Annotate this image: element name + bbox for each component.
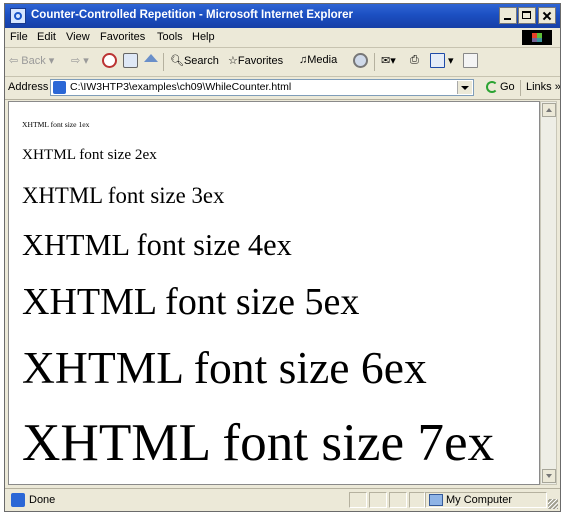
- address-dropdown-button[interactable]: [457, 81, 472, 94]
- search-button[interactable]: 🔍︎Search: [170, 54, 219, 67]
- text-line-6ex: XHTML font size 6ex: [22, 342, 427, 393]
- browser-window: Counter-Controlled Repetition - Microsof…: [4, 3, 561, 512]
- favorites-button[interactable]: ☆Favorites: [228, 54, 283, 67]
- mail-button[interactable]: ✉▾: [381, 54, 396, 67]
- status-bar: Done My Computer: [5, 488, 560, 511]
- go-arrow-icon[interactable]: [486, 81, 498, 93]
- text-line-4ex: XHTML font size 4ex: [22, 228, 292, 262]
- ie-logo-icon: [10, 8, 26, 24]
- media-icon: ♫: [299, 54, 308, 66]
- back-button[interactable]: ⇦ Back ▾: [9, 54, 54, 67]
- edit-word-icon[interactable]: [430, 53, 445, 68]
- toolbar-separator: [374, 53, 375, 71]
- refresh-icon[interactable]: [123, 53, 138, 68]
- status-text: Done: [29, 494, 56, 506]
- status-panel: [389, 492, 407, 508]
- go-button[interactable]: Go: [500, 81, 515, 93]
- scroll-down-button[interactable]: [542, 469, 556, 483]
- back-arrow-icon: ⇦: [9, 55, 19, 67]
- address-label: Address: [8, 81, 49, 93]
- search-label: Search: [183, 55, 219, 67]
- menu-view[interactable]: View: [66, 31, 90, 43]
- my-computer-icon: [429, 494, 443, 506]
- menu-edit[interactable]: Edit: [37, 31, 56, 43]
- page-content: XHTML font size 1ex XHTML font size 2ex …: [8, 101, 540, 485]
- stop-icon[interactable]: [102, 53, 117, 68]
- vertical-scrollbar[interactable]: [540, 101, 557, 485]
- address-input[interactable]: C:\IW3HTP3\examples\ch09\WhileCounter.ht…: [50, 79, 474, 96]
- home-icon[interactable]: [144, 54, 158, 62]
- text-line-3ex: XHTML font size 3ex: [22, 183, 225, 208]
- text-line-1ex: XHTML font size 1ex: [22, 120, 90, 129]
- media-label: Media: [307, 54, 338, 66]
- scroll-up-button[interactable]: [542, 103, 556, 117]
- address-url: C:\IW3HTP3\examples\ch09\WhileCounter.ht…: [70, 81, 292, 93]
- close-button[interactable]: [538, 7, 556, 24]
- status-panel: [349, 492, 367, 508]
- minimize-button[interactable]: [499, 7, 517, 24]
- status-panel: [409, 492, 425, 508]
- favorites-label: Favorites: [237, 55, 284, 67]
- mail-icon: ✉: [381, 55, 391, 67]
- window-title: Counter-Controlled Repetition - Microsof…: [31, 9, 354, 21]
- address-bar: Address C:\IW3HTP3\examples\ch09\WhileCo…: [5, 77, 560, 100]
- forward-button[interactable]: ⇨ ▾: [71, 54, 89, 67]
- discuss-icon[interactable]: [463, 53, 478, 68]
- menu-help[interactable]: Help: [192, 31, 215, 43]
- page-done-icon: [11, 493, 25, 507]
- menu-bar: File Edit View Favorites Tools Help: [5, 28, 560, 48]
- page-icon: [53, 81, 66, 94]
- edit-dropdown-icon[interactable]: ▾: [448, 54, 454, 67]
- maximize-button[interactable]: [518, 7, 536, 24]
- menu-file[interactable]: File: [10, 31, 28, 43]
- resize-grip[interactable]: [548, 499, 558, 509]
- print-icon: ⎙: [410, 54, 419, 66]
- standard-toolbar: ⇦ Back ▾ ⇨ ▾ 🔍︎Search ☆Favorites ♫Media …: [5, 48, 560, 77]
- search-icon: 🔍︎: [170, 55, 184, 67]
- title-bar[interactable]: Counter-Controlled Repetition - Microsof…: [5, 4, 560, 28]
- print-button[interactable]: ⎙: [410, 54, 419, 67]
- text-line-5ex: XHTML font size 5ex: [22, 281, 360, 323]
- media-button[interactable]: ♫Media: [299, 54, 337, 66]
- back-label: Back: [21, 55, 46, 67]
- zone-text: My Computer: [446, 494, 513, 506]
- text-line-2ex: XHTML font size 2ex: [22, 146, 157, 163]
- menu-tools[interactable]: Tools: [157, 31, 183, 43]
- favorites-icon: ☆: [228, 55, 238, 67]
- links-separator: [520, 80, 521, 96]
- forward-arrow-icon: ⇨: [71, 55, 81, 67]
- toolbar-separator: [163, 53, 164, 71]
- text-line-7ex: XHTML font size 7ex: [22, 413, 495, 472]
- menu-favorites[interactable]: Favorites: [100, 31, 145, 43]
- windows-flag-icon: [522, 30, 552, 45]
- status-panel: [369, 492, 387, 508]
- links-button[interactable]: Links »: [526, 81, 560, 93]
- history-icon[interactable]: [353, 53, 368, 68]
